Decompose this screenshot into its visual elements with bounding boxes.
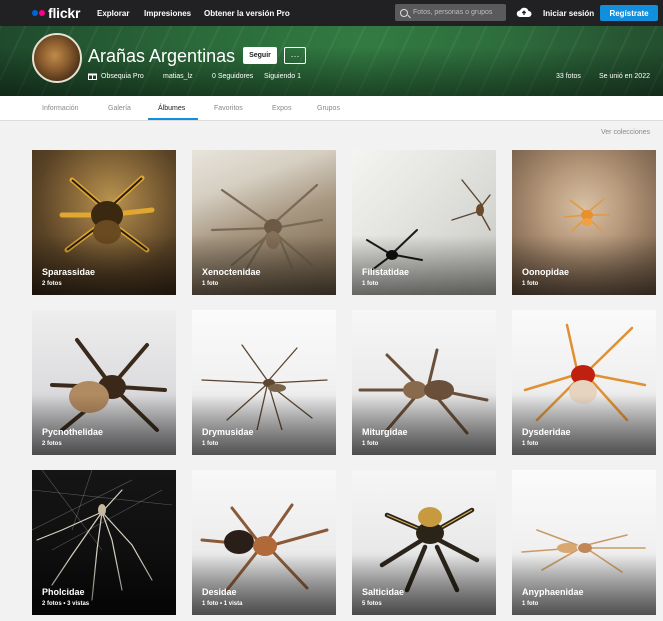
more-options-button[interactable]: ···	[284, 47, 306, 64]
album-card[interactable]: Oonopidae 1 foto	[512, 150, 656, 295]
album-title: Anyphaenidae	[522, 587, 584, 597]
album-count: 1 foto	[362, 441, 379, 447]
logo-pink-dot	[39, 10, 45, 16]
album-title: Dysderidae	[522, 427, 571, 437]
tab-grupos[interactable]: Grupos	[317, 105, 340, 112]
album-title: Oonopidae	[522, 267, 569, 277]
nav-explore-link[interactable]: Explorar	[97, 9, 129, 18]
search-box[interactable]	[395, 4, 506, 21]
search-icon	[400, 8, 408, 17]
tab-expos[interactable]: Expos	[272, 105, 291, 112]
album-card[interactable]: Salticidae 5 fotos	[352, 470, 496, 615]
album-card[interactable]: Sparassidae 2 fotos	[32, 150, 176, 295]
album-count: 1 foto • 1 vista	[202, 601, 243, 607]
album-count: 1 foto	[362, 281, 379, 287]
cloud-upload-icon[interactable]	[516, 5, 532, 19]
logo-text: flickr	[48, 5, 81, 21]
album-card[interactable]: Drymusidae 1 foto	[192, 310, 336, 455]
album-title: Salticidae	[362, 587, 405, 597]
joined-date: Se unió en 2022	[599, 73, 650, 80]
flickr-logo[interactable]: flickr	[32, 5, 80, 21]
album-card[interactable]: Miturgidae 1 foto	[352, 310, 496, 455]
signup-button[interactable]: Regístrate	[600, 5, 658, 21]
nav-prints-link[interactable]: Impresiones	[144, 9, 191, 18]
gift-pro-link[interactable]: Obsequia Pro	[101, 73, 144, 80]
tab-galeria[interactable]: Galería	[108, 105, 131, 112]
album-title: Pycnothelidae	[42, 427, 104, 437]
album-title: Pholcidae	[42, 587, 85, 597]
album-count: 1 foto	[202, 281, 219, 287]
active-tab-indicator	[148, 118, 198, 120]
photo-count: 33 fotos	[556, 73, 581, 80]
follow-button[interactable]: Seguir	[243, 47, 277, 64]
album-card[interactable]: Dysderidae 1 foto	[512, 310, 656, 455]
tab-albumes[interactable]: Álbumes	[158, 105, 185, 112]
nav-get-pro-link[interactable]: Obtener la versión Pro	[204, 9, 290, 18]
album-count: 1 foto	[522, 601, 539, 607]
album-count: 1 foto	[202, 441, 219, 447]
login-link[interactable]: Iniciar sesión	[543, 9, 594, 18]
album-count: 2 fotos • 3 vistas	[42, 601, 90, 607]
album-card[interactable]: Desidae 1 foto • 1 vista	[192, 470, 336, 615]
album-title: Xenoctenidae	[202, 267, 261, 277]
album-card[interactable]: Xenoctenidae 1 foto	[192, 150, 336, 295]
gift-icon	[88, 73, 97, 80]
followers-link[interactable]: 0 Seguidores	[212, 73, 253, 80]
view-collections-link[interactable]: Ver colecciones	[601, 129, 650, 136]
avatar[interactable]	[32, 33, 82, 83]
tab-informacion[interactable]: Información	[42, 105, 79, 112]
top-navigation-bar: flickr Explorar Impresiones Obtener la v…	[0, 0, 663, 26]
album-card[interactable]: Filistatidae 1 foto	[352, 150, 496, 295]
page-title: Arañas Argentinas	[88, 46, 236, 66]
logo-blue-dot	[32, 10, 38, 16]
profile-tabs: Información Galería Álbumes Favoritos Ex…	[0, 96, 663, 121]
album-title: Drymusidae	[202, 427, 254, 437]
album-card[interactable]: Pholcidae 2 fotos • 3 vistas	[32, 470, 176, 615]
album-count: 1 foto	[522, 441, 539, 447]
album-title: Miturgidae	[362, 427, 408, 437]
username: matias_lz	[163, 73, 193, 80]
spider-illustration	[564, 198, 610, 232]
album-count: 2 fotos	[42, 441, 62, 447]
album-card[interactable]: Pycnothelidae 2 fotos	[32, 310, 176, 455]
album-title: Filistatidae	[362, 267, 410, 277]
album-count: 2 fotos	[42, 281, 62, 287]
album-count: 5 fotos	[362, 601, 382, 607]
album-title: Sparassidae	[42, 267, 96, 277]
album-count: 1 foto	[522, 281, 539, 287]
tab-favoritos[interactable]: Favoritos	[214, 105, 243, 112]
album-card[interactable]: Anyphaenidae 1 foto	[512, 470, 656, 615]
search-input[interactable]	[413, 9, 505, 16]
following-link[interactable]: Siguiendo 1	[264, 73, 301, 80]
album-title: Desidae	[202, 587, 237, 597]
